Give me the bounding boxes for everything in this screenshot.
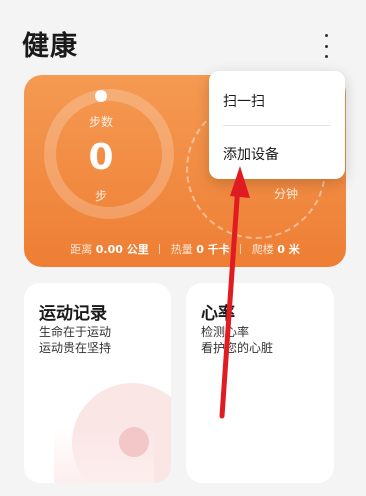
daily-stats: 距离 0.00 公里 热量 0 千卡 爬楼 0 米 (24, 241, 346, 257)
steps-unit: 步 (94, 189, 107, 203)
divider (159, 244, 161, 254)
overflow-menu: 扫一扫 添加设备 (209, 71, 345, 179)
steps-value: 0 (88, 137, 114, 178)
menu-item-add-device[interactable]: 添加设备 (223, 144, 279, 164)
heart-rate-line1: 检测心率 (201, 325, 250, 339)
exercise-record-line1: 生命在于运动 (39, 325, 112, 339)
heart-rate-card[interactable]: 心率 检测心率 看护您的心脏 (186, 283, 334, 483)
distance-value: 0.00 公里 (95, 243, 149, 256)
page-title: 健康 (22, 31, 78, 62)
heart-rate-title: 心率 (201, 304, 235, 324)
exercise-record-line2: 运动贵在坚持 (39, 341, 112, 355)
calories-label: 热量 (170, 243, 193, 256)
climb-value: 0 米 (277, 243, 300, 256)
steps-label: 步数 (88, 115, 113, 129)
calories-value: 0 千卡 (196, 243, 230, 256)
decorative-shape (119, 427, 149, 457)
menu-divider (223, 125, 331, 126)
steps-ring-indicator (95, 90, 107, 102)
climb-label: 爬楼 (251, 243, 274, 256)
distance-label: 距离 (70, 243, 93, 256)
menu-item-scan[interactable]: 扫一扫 (223, 91, 265, 111)
exercise-record-card[interactable]: 运动记录 生命在于运动 运动贵在坚持 (24, 283, 171, 483)
heart-rate-line2: 看护您的心脏 (201, 341, 274, 355)
divider (240, 244, 242, 254)
exercise-record-title: 运动记录 (39, 304, 107, 324)
more-options-icon[interactable] (318, 34, 334, 58)
activity-unit: 分钟 (274, 187, 299, 201)
